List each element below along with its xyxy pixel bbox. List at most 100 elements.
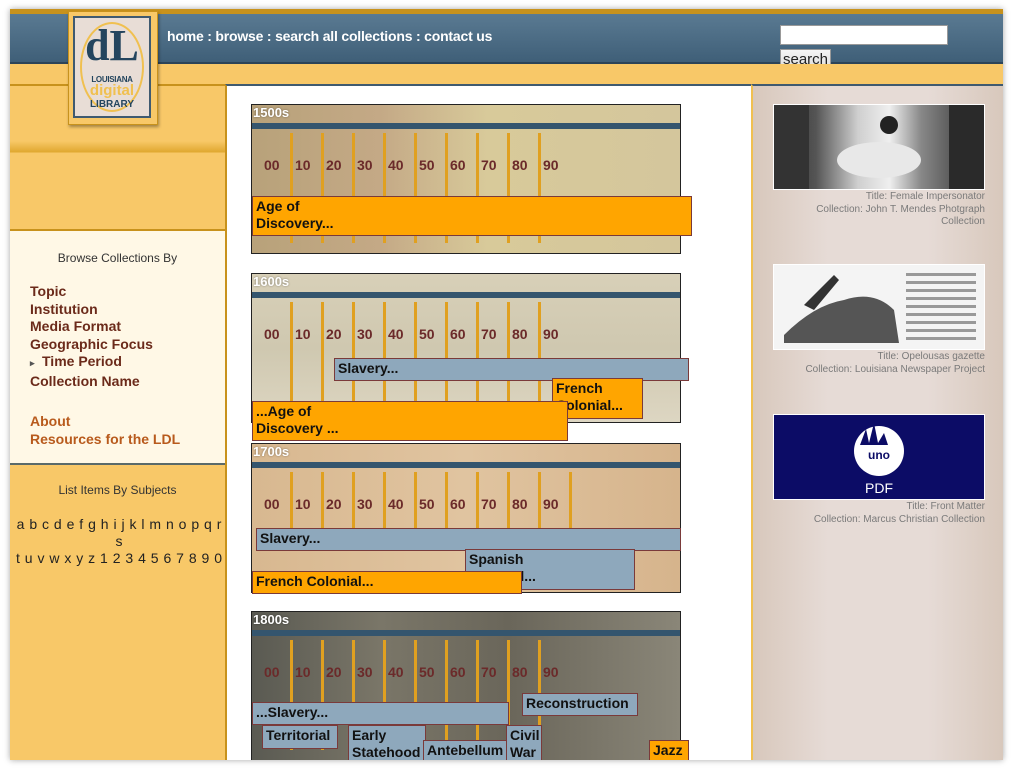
century-panel-1800s[interactable]: 1800s 00 10 20 30 40 50 60 70 80 90 Reconstruction.… — [251, 611, 689, 760]
decade-label[interactable]: 00 — [264, 326, 280, 342]
decade-label[interactable]: 40 — [388, 664, 404, 680]
thumbnail-front-matter-pdf[interactable]: uno PDF — [773, 414, 985, 500]
decade-label[interactable]: 60 — [450, 157, 466, 173]
decade-label[interactable]: 20 — [326, 157, 342, 173]
alpha-link-f[interactable]: f — [79, 516, 83, 532]
alpha-link-2[interactable]: 2 — [113, 550, 121, 566]
alpha-link-8[interactable]: 8 — [189, 550, 197, 566]
link-about[interactable]: About — [30, 412, 180, 430]
browse-item-institution[interactable]: Institution — [30, 301, 153, 319]
decade-label[interactable]: 40 — [388, 326, 404, 342]
alpha-link-q[interactable]: q — [204, 516, 212, 532]
decade-label[interactable]: 10 — [295, 664, 311, 680]
decade-label[interactable]: 30 — [357, 157, 373, 173]
alpha-link-u[interactable]: u — [25, 550, 33, 566]
decade-label[interactable]: 00 — [264, 496, 280, 512]
decade-label[interactable]: 40 — [388, 496, 404, 512]
era-block[interactable]: Territorial — [262, 725, 338, 749]
decade-label[interactable]: 80 — [512, 326, 528, 342]
alpha-link-l[interactable]: l — [141, 516, 144, 532]
era-block[interactable]: Civil War — [506, 725, 542, 760]
decade-label[interactable]: 20 — [326, 664, 342, 680]
alpha-link-v[interactable]: v — [37, 550, 44, 566]
nav-search-all-collections[interactable]: search all collections — [275, 28, 412, 44]
decade-label[interactable]: 20 — [326, 496, 342, 512]
alpha-link-i[interactable]: i — [113, 516, 116, 532]
decade-label[interactable]: 60 — [450, 326, 466, 342]
alpha-link-j[interactable]: j — [121, 516, 124, 532]
alpha-link-x[interactable]: x — [64, 550, 71, 566]
era-block[interactable]: Slavery... — [256, 528, 681, 551]
decade-label[interactable]: 90 — [543, 496, 559, 512]
alpha-link-g[interactable]: g — [88, 516, 96, 532]
era-block[interactable]: Age of Discovery... — [252, 196, 692, 236]
decade-label[interactable]: 20 — [326, 326, 342, 342]
alpha-link-c[interactable]: c — [42, 516, 49, 532]
decade-label[interactable]: 10 — [295, 157, 311, 173]
browse-item-time-period[interactable]: ▸ Time Period — [30, 353, 153, 373]
era-block[interactable]: Jazz — [649, 740, 689, 760]
alpha-link-d[interactable]: d — [54, 516, 62, 532]
alpha-link-y[interactable]: y — [76, 550, 83, 566]
browse-item-geographic-focus[interactable]: Geographic Focus — [30, 336, 153, 354]
decade-label[interactable]: 90 — [543, 326, 559, 342]
alpha-link-5[interactable]: 5 — [151, 550, 159, 566]
link-resources[interactable]: Resources for the LDL — [30, 430, 180, 448]
era-block[interactable]: Antebellum — [423, 740, 510, 760]
era-block[interactable]: French Colonial... — [252, 571, 522, 594]
decade-label[interactable]: 30 — [357, 664, 373, 680]
alpha-link-t[interactable]: t — [16, 550, 20, 566]
decade-label[interactable]: 10 — [295, 496, 311, 512]
alpha-link-h[interactable]: h — [101, 516, 109, 532]
era-block[interactable]: Early Statehood — [348, 725, 426, 760]
decade-label[interactable]: 50 — [419, 664, 435, 680]
thumbnail-female-impersonator[interactable] — [773, 104, 985, 190]
era-block[interactable]: ...Slavery... — [252, 702, 509, 725]
decade-label[interactable]: 70 — [481, 496, 497, 512]
decade-label[interactable]: 70 — [481, 326, 497, 342]
alpha-link-3[interactable]: 3 — [125, 550, 133, 566]
alpha-link-k[interactable]: k — [129, 516, 136, 532]
alpha-link-b[interactable]: b — [29, 516, 37, 532]
century-panel-1700s[interactable]: 1700s 00 10 20 30 40 50 60 70 80 90 Slavery... Spani… — [251, 443, 681, 594]
decade-label[interactable]: 00 — [264, 664, 280, 680]
alpha-link-s[interactable]: s — [116, 533, 123, 549]
decade-label[interactable]: 30 — [357, 496, 373, 512]
decade-label[interactable]: 60 — [450, 664, 466, 680]
alpha-link-a[interactable]: a — [17, 516, 25, 532]
decade-label[interactable]: 50 — [419, 326, 435, 342]
decade-label[interactable]: 10 — [295, 326, 311, 342]
decade-label[interactable]: 80 — [512, 496, 528, 512]
browse-item-collection-name[interactable]: Collection Name — [30, 373, 153, 391]
decade-label[interactable]: 90 — [543, 664, 559, 680]
alpha-link-6[interactable]: 6 — [163, 550, 171, 566]
alpha-link-m[interactable]: m — [149, 516, 161, 532]
nav-contact-us[interactable]: contact us — [424, 28, 492, 44]
nav-home[interactable]: home — [167, 28, 204, 44]
alpha-link-n[interactable]: n — [166, 516, 174, 532]
decade-label[interactable]: 00 — [264, 157, 280, 173]
alpha-link-9[interactable]: 9 — [202, 550, 210, 566]
alpha-link-r[interactable]: r — [217, 516, 222, 532]
browse-item-media-format[interactable]: Media Format — [30, 318, 153, 336]
era-block[interactable]: Reconstruction — [522, 693, 638, 716]
thumbnail-opelousas-gazette[interactable] — [773, 264, 985, 350]
alpha-link-o[interactable]: o — [179, 516, 187, 532]
alpha-link-p[interactable]: p — [191, 516, 199, 532]
decade-label[interactable]: 90 — [543, 157, 559, 173]
era-block[interactable]: ...Age of Discovery ... — [252, 401, 568, 441]
alpha-link-1[interactable]: 1 — [100, 550, 108, 566]
search-input[interactable] — [780, 25, 948, 45]
alpha-link-4[interactable]: 4 — [138, 550, 146, 566]
alpha-link-w[interactable]: w — [49, 550, 59, 566]
decade-label[interactable]: 40 — [388, 157, 404, 173]
alpha-link-e[interactable]: e — [67, 516, 75, 532]
decade-label[interactable]: 60 — [450, 496, 466, 512]
decade-label[interactable]: 80 — [512, 664, 528, 680]
ldl-logo[interactable]: dL LOUISIANA digital LIBRARY — [68, 11, 158, 125]
decade-label[interactable]: 70 — [481, 664, 497, 680]
decade-label[interactable]: 50 — [419, 496, 435, 512]
alpha-link-z[interactable]: z — [88, 550, 95, 566]
alpha-link-0[interactable]: 0 — [214, 550, 222, 566]
decade-label[interactable]: 30 — [357, 326, 373, 342]
